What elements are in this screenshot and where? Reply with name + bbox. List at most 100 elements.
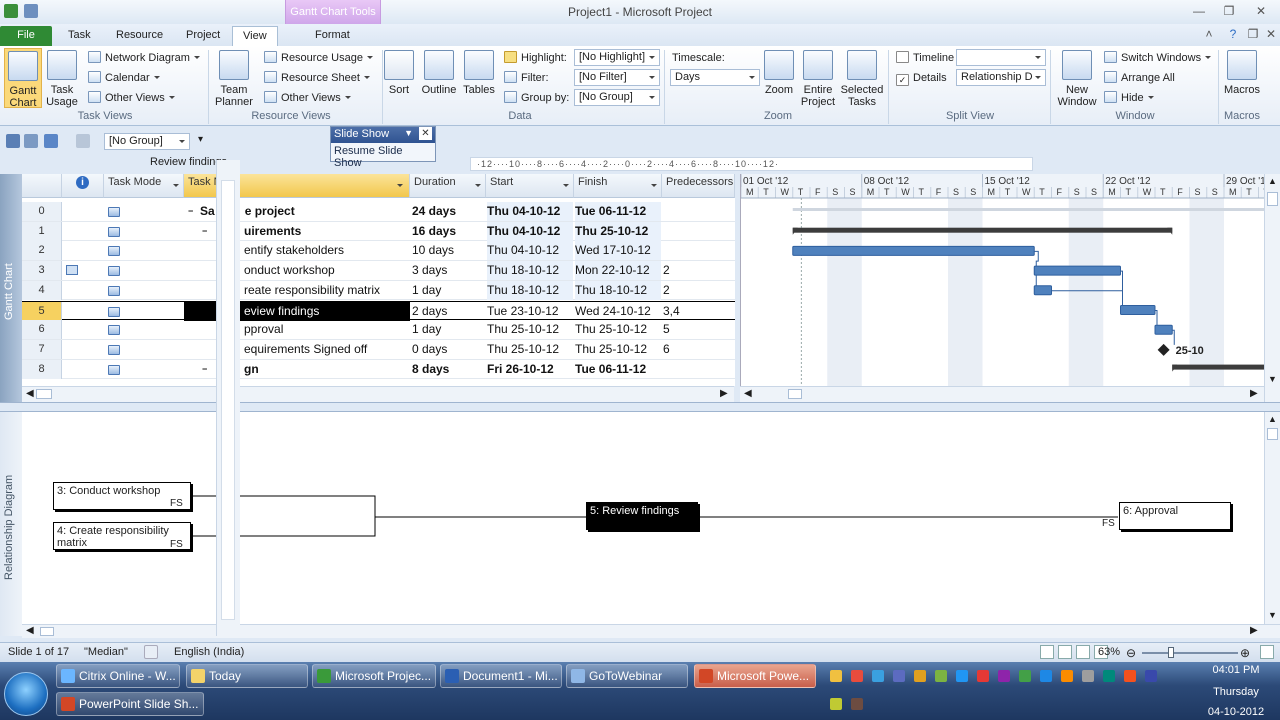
diagram-scroll-right-icon[interactable]: ▶ bbox=[1250, 625, 1258, 636]
sort-button[interactable]: Sort bbox=[384, 50, 414, 96]
predecessors-cell[interactable] bbox=[663, 222, 733, 241]
doc-close-icon[interactable]: ✕ bbox=[1260, 26, 1280, 42]
predecessors-cell[interactable] bbox=[663, 202, 733, 221]
timeline-checkbox[interactable]: Timeline bbox=[896, 51, 954, 65]
selected-tasks-button[interactable]: Selected Tasks bbox=[840, 50, 884, 108]
calendar-button[interactable]: Calendar bbox=[88, 71, 160, 85]
tray-app-icon[interactable] bbox=[1103, 670, 1115, 682]
tables-button[interactable]: Tables bbox=[460, 50, 498, 96]
start-cell[interactable]: Thu 25-10-12 bbox=[487, 320, 573, 339]
zoom-button[interactable]: Zoom bbox=[762, 50, 796, 96]
scroll-right-icon[interactable]: ▶ bbox=[720, 388, 728, 399]
tray-app-icon[interactable] bbox=[1082, 670, 1094, 682]
arrange-all-button[interactable]: Arrange All bbox=[1104, 71, 1175, 85]
hide-button[interactable]: Hide bbox=[1104, 91, 1154, 105]
finish-cell[interactable]: Thu 25-10-12 bbox=[575, 221, 661, 241]
tray-app-icon[interactable] bbox=[830, 698, 842, 710]
duration-cell[interactable]: 0 days bbox=[412, 340, 486, 359]
zoom-out-icon[interactable]: ⊖ bbox=[1126, 646, 1136, 660]
task-bar-approval[interactable] bbox=[1154, 324, 1173, 335]
taskbar-powerpoint-slideshow[interactable]: PowerPoint Slide Sh... bbox=[56, 692, 204, 716]
tray-app-icon[interactable] bbox=[956, 670, 968, 682]
tab-project[interactable]: Project bbox=[176, 26, 230, 46]
gantt-scroll-right-icon[interactable]: ▶ bbox=[1250, 388, 1258, 399]
task-bar-create-matrix[interactable] bbox=[1033, 285, 1052, 296]
tab-file[interactable]: File bbox=[0, 26, 52, 46]
task-usage-button[interactable]: Task Usage bbox=[44, 50, 80, 108]
reading-view-icon[interactable] bbox=[1076, 645, 1090, 659]
task-bar-identify-stakeholders[interactable] bbox=[792, 245, 1035, 256]
start-cell[interactable]: Thu 18-10-12 bbox=[487, 261, 573, 281]
tray-app-icon[interactable] bbox=[977, 670, 989, 682]
predecessors-cell[interactable]: 2 bbox=[663, 281, 733, 300]
switch-windows-button[interactable]: Switch Windows bbox=[1104, 51, 1212, 65]
table-row[interactable]: 5 eview findings 2 days Tue 23-10-12 Wed 24-… bbox=[22, 300, 735, 321]
macros-button[interactable]: Macros bbox=[1222, 50, 1262, 96]
help-icon[interactable]: ? bbox=[1222, 26, 1244, 42]
spelling-icon[interactable] bbox=[144, 645, 158, 659]
zoom-slider[interactable] bbox=[1142, 652, 1238, 654]
duration-cell[interactable]: 10 days bbox=[412, 241, 486, 260]
zoom-slider-thumb[interactable] bbox=[1168, 647, 1174, 658]
predecessors-cell[interactable]: 2 bbox=[663, 261, 733, 280]
ribbon-minimize-icon[interactable]: ˄ bbox=[1198, 26, 1220, 42]
row-number[interactable]: 2 bbox=[22, 241, 62, 261]
start-cell[interactable]: Thu 25-10-12 bbox=[487, 340, 573, 359]
row-number[interactable]: 4 bbox=[22, 280, 62, 300]
minimize-button[interactable]: — bbox=[1188, 3, 1210, 19]
duration-header[interactable]: Duration bbox=[410, 174, 486, 198]
table-row[interactable]: 4 reate responsibility matrix 1 day Thu 18-… bbox=[22, 280, 735, 301]
tray-app-icon[interactable] bbox=[1040, 670, 1052, 682]
collapse-icon[interactable]: − bbox=[202, 360, 207, 379]
table-row[interactable]: 2 entify stakeholders 10 days Thu 04-10-12 W… bbox=[22, 241, 735, 262]
row-number[interactable]: 0 bbox=[22, 202, 62, 221]
language[interactable]: English (India) bbox=[174, 646, 244, 658]
duration-cell[interactable]: 24 days bbox=[412, 202, 486, 221]
taskbar-document1[interactable]: Document1 - Mi... bbox=[440, 664, 562, 688]
zoom-in-icon[interactable]: ⊕ bbox=[1240, 646, 1250, 660]
finish-header[interactable]: Finish bbox=[574, 174, 662, 198]
redo-icon[interactable] bbox=[76, 134, 90, 148]
tray-app-icon[interactable] bbox=[872, 670, 884, 682]
table-row[interactable]: 6 pproval 1 day Thu 25-10-12 Thu 25-10-12 5 bbox=[22, 320, 735, 340]
predecessors-header[interactable]: Predecessors bbox=[662, 174, 735, 198]
slideshow-close-icon[interactable]: ✕ bbox=[419, 127, 432, 140]
other-views-button[interactable]: Other Views bbox=[88, 91, 175, 105]
taskbar-microsoft-project[interactable]: Microsoft Projec... bbox=[312, 664, 436, 688]
other-views2-button[interactable]: Other Views bbox=[264, 91, 351, 105]
row-number[interactable]: 6 bbox=[22, 320, 62, 340]
diagram-hscroll-thumb[interactable] bbox=[40, 627, 54, 636]
design-summary-bar[interactable] bbox=[1172, 364, 1264, 370]
start-cell[interactable]: Tue 23-10-12 bbox=[487, 302, 573, 321]
row-number[interactable]: 5 bbox=[22, 301, 62, 321]
outline-button[interactable]: Outline bbox=[418, 50, 460, 96]
start-cell[interactable]: Thu 18-10-12 bbox=[487, 280, 573, 300]
undo-icon[interactable] bbox=[44, 134, 58, 148]
duration-cell[interactable]: 3 days bbox=[412, 261, 486, 280]
finish-cell[interactable]: Tue 06-11-12 bbox=[575, 202, 661, 221]
resource-sheet-button[interactable]: Resource Sheet bbox=[264, 71, 370, 85]
zoom-percent[interactable]: 63% bbox=[1098, 646, 1120, 658]
restore-button[interactable]: ❐ bbox=[1218, 3, 1240, 19]
tab-view[interactable]: View bbox=[232, 26, 278, 46]
scroll-down-icon[interactable]: ▼ bbox=[1268, 374, 1277, 384]
normal-view-icon[interactable] bbox=[1040, 645, 1054, 659]
slideshow-menu-icon[interactable]: ▼ bbox=[404, 128, 413, 138]
diagram-scroll-left-icon[interactable]: ◀ bbox=[26, 625, 34, 636]
table-row[interactable]: 8 gn − 8 days Fri 26-10-12 Tue 06-11-12 bbox=[22, 359, 735, 380]
predecessors-cell[interactable]: 3,4 bbox=[663, 302, 733, 321]
diagram-scroll-down-icon[interactable]: ▼ bbox=[1268, 610, 1277, 620]
finish-cell[interactable]: Thu 18-10-12 bbox=[575, 280, 661, 300]
finish-cell[interactable]: Thu 25-10-12 bbox=[575, 340, 661, 359]
taskbar-gotowebinar[interactable]: GoToWebinar bbox=[566, 664, 688, 688]
collapse-icon[interactable]: − bbox=[188, 202, 193, 221]
tab-task[interactable]: Task bbox=[58, 26, 101, 46]
gantt-chart-button[interactable]: Gantt Chart bbox=[4, 48, 42, 109]
gantt-horizontal-scrollbar[interactable]: ◀ ▶ bbox=[740, 386, 1264, 402]
gantt-vertical-scrollbar[interactable]: ▲ ▼ bbox=[1264, 174, 1280, 402]
tray-app-icon[interactable] bbox=[1061, 670, 1073, 682]
diagram-horizontal-scrollbar[interactable]: ◀ ▶ bbox=[22, 624, 1280, 638]
duration-cell[interactable]: 2 days bbox=[412, 302, 486, 321]
indicators-header[interactable]: i bbox=[62, 174, 104, 198]
start-button[interactable] bbox=[4, 672, 48, 716]
